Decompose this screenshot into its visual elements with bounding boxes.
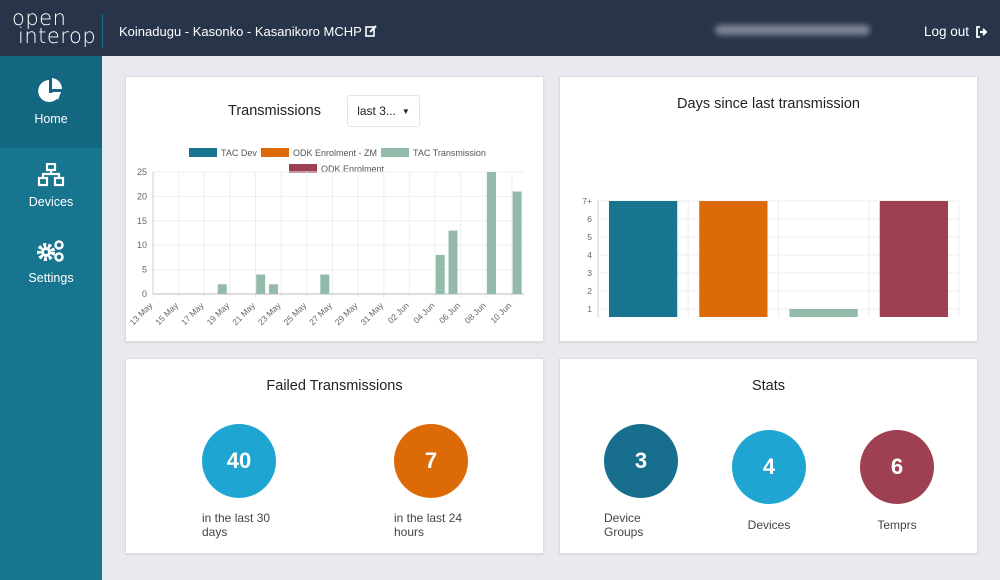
days-since-card: Days since last transmission 01234567+TA… — [559, 76, 978, 342]
bar — [609, 201, 678, 317]
y-tick-label: 20 — [137, 191, 147, 201]
x-tick-label: 02 Jun — [386, 300, 411, 325]
legend-label: TAC Dev — [221, 148, 257, 158]
logo[interactable]: open interop — [12, 8, 97, 48]
y-tick-label: 25 — [137, 167, 147, 177]
x-tick-label: 13 May — [128, 300, 155, 327]
devices-count: 4 — [732, 430, 806, 504]
x-tick-label: 29 May — [333, 300, 360, 327]
y-tick-label: 7+ — [582, 196, 592, 206]
transmissions-chart: TAC Dev ODK Enrolment - ZM TAC Transmissio… — [128, 148, 524, 327]
x-tick-label: 08 Jun — [463, 300, 488, 325]
device-groups-label: Device Groups — [604, 511, 644, 539]
y-tick-label: 4 — [587, 250, 592, 260]
devices-label: Devices — [747, 518, 791, 532]
x-tick-label: 27 May — [307, 300, 334, 327]
x-tick-label: 06 Jun — [437, 300, 462, 325]
y-tick-label: 1 — [587, 304, 592, 314]
y-tick-label: 3 — [587, 268, 592, 278]
failed-transmissions-card: Failed Transmissions 40 in the last 30 da… — [125, 358, 544, 554]
card-title: Failed Transmissions — [266, 378, 403, 394]
logout-label: Log out — [924, 24, 970, 39]
failed-24-hours-label: in the last 24 hours — [394, 511, 463, 539]
site-name[interactable]: Koinadugu - Kasonko - Kasanikoro MCHP — [119, 24, 377, 39]
bar — [789, 309, 858, 317]
y-tick-label: 0 — [142, 289, 147, 299]
card-title: Stats — [751, 378, 786, 394]
edit-icon[interactable] — [365, 25, 377, 37]
site-label: Koinadugu - Kasonko - Kasanikoro MCHP — [119, 24, 362, 39]
top-bar: open interop Koinadugu - Kasonko - Kasani… — [0, 0, 1000, 56]
bar — [486, 172, 496, 294]
sidebar-item-label: Home — [34, 112, 68, 126]
y-tick-label: 5 — [142, 265, 147, 275]
bar — [699, 201, 768, 317]
network-icon — [37, 163, 65, 187]
sidebar-item-label: Devices — [28, 195, 74, 209]
x-tick-label: 10 Jun — [488, 300, 513, 325]
bar — [879, 201, 948, 317]
legend-swatch — [261, 148, 289, 157]
y-tick-label: 5 — [587, 232, 592, 242]
x-tick-label: 17 May — [179, 300, 206, 327]
temprs-count: 6 — [860, 430, 934, 504]
period-dropdown[interactable]: last 3... ▼ — [347, 95, 420, 127]
sidebar-item-home[interactable]: Home — [0, 56, 102, 148]
transmissions-card: Transmissions last 3... ▼ TAC Dev ODK Enro… — [125, 76, 544, 342]
bar — [448, 230, 458, 294]
x-tick-label: 25 May — [281, 300, 308, 327]
card-title: Days since last transmission — [677, 96, 860, 112]
stats-card: Stats 3 Device Groups 4 Devices 6 Temprs — [559, 358, 978, 554]
x-tick-label: 15 May — [153, 300, 180, 327]
sidebar: Home Devices Settings — [0, 56, 102, 580]
bar — [512, 191, 522, 294]
sign-out-icon — [976, 25, 988, 38]
legend-label: ODK Enrolment - ZM — [293, 148, 377, 158]
x-tick-label: 23 May — [256, 300, 283, 327]
logout-button[interactable]: Log out — [924, 24, 989, 39]
y-tick-label: 6 — [587, 214, 592, 224]
legend-swatch — [381, 148, 409, 157]
y-tick-label: 10 — [137, 240, 147, 250]
y-tick-label: 2 — [587, 286, 592, 296]
legend-label: TAC Transmission — [413, 148, 486, 158]
failed-30-days-label: in the last 30 days — [202, 511, 271, 539]
user-email-blurred — [715, 25, 870, 35]
bar — [435, 254, 445, 294]
temprs-label: Temprs — [877, 518, 917, 532]
logo-text: interop — [18, 24, 97, 48]
bar — [320, 274, 330, 294]
x-tick-label: 19 May — [205, 300, 232, 327]
x-tick-label: 21 May — [230, 300, 257, 327]
bar — [269, 284, 279, 294]
sidebar-item-label: Settings — [28, 271, 74, 285]
caret-down-icon: ▼ — [401, 106, 410, 116]
y-tick-label: 15 — [137, 216, 147, 226]
x-tick-label: 04 Jun — [411, 300, 436, 325]
dropdown-value: last 3... — [357, 104, 396, 118]
pie-chart-icon — [38, 78, 63, 102]
card-title: Transmissions — [228, 103, 321, 119]
sidebar-item-devices[interactable]: Devices — [0, 148, 102, 224]
failed-30-days-count: 40 — [202, 424, 276, 498]
x-tick-label: 31 May — [358, 300, 385, 327]
legend-swatch — [189, 148, 217, 157]
failed-24-hours-count: 7 — [394, 424, 468, 498]
divider — [102, 14, 103, 48]
bar — [217, 284, 227, 294]
gears-icon — [37, 240, 64, 262]
days-since-chart: 01234567+TAC DevODK Enrolment - ZMTAC Tr… — [582, 196, 960, 317]
sidebar-item-settings[interactable]: Settings — [0, 224, 102, 300]
device-groups-count: 3 — [604, 424, 678, 498]
bar — [256, 274, 266, 294]
